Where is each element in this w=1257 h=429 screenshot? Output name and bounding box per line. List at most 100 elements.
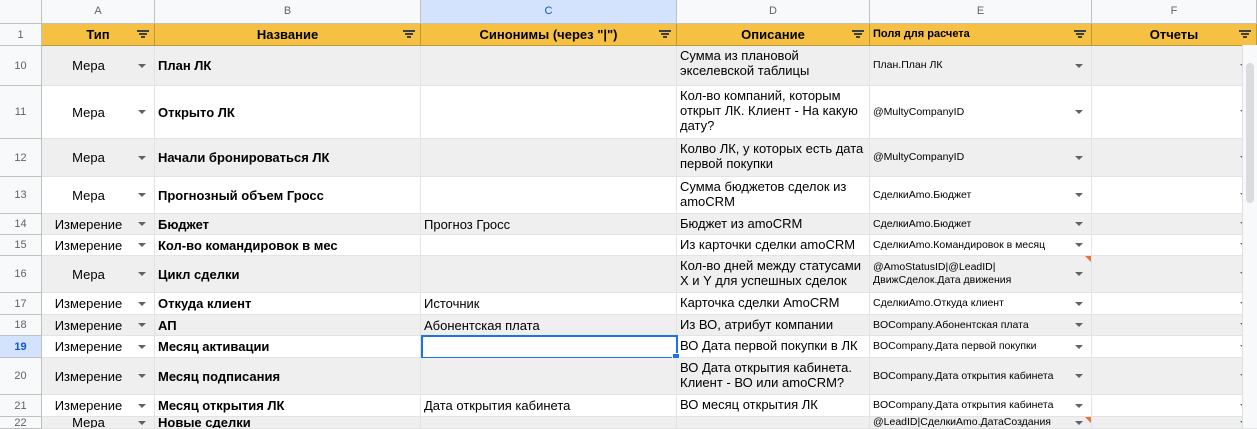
reports-cell[interactable] [1092,214,1257,235]
header-cell[interactable]: Поля для расчета [870,24,1092,46]
name-cell[interactable]: Месяц активации [155,336,421,358]
column-header-d[interactable]: D [677,0,870,24]
header-cell[interactable]: Отчеты [1092,24,1257,46]
type-cell[interactable]: Измерение [42,336,155,358]
name-cell[interactable]: Прогнозный объем Гросс [155,177,421,214]
synonyms-cell[interactable] [421,336,677,358]
name-cell[interactable]: Цикл сделки [155,256,421,293]
reports-cell[interactable] [1092,235,1257,256]
chevron-down-icon[interactable] [1075,420,1083,425]
chevron-down-icon[interactable] [1075,193,1083,197]
description-cell[interactable]: Сумма из плановой экселевской таблицы [677,46,870,86]
chevron-down-icon[interactable] [138,344,146,349]
reports-cell[interactable] [1092,256,1257,293]
name-cell[interactable]: АП [155,315,421,336]
vertical-scrollbar[interactable] [1242,45,1257,428]
chevron-down-icon[interactable] [1075,301,1083,306]
type-cell[interactable]: Мера [42,86,155,139]
chevron-down-icon[interactable] [1075,63,1083,68]
row-number[interactable]: 11 [0,86,42,139]
row-number[interactable]: 14 [0,214,42,235]
chevron-down-icon[interactable] [1075,155,1083,160]
description-cell[interactable]: Из ВО, атрибут компании [677,315,870,336]
filter-icon[interactable] [403,30,415,40]
chevron-down-icon[interactable] [138,420,146,425]
chevron-down-icon[interactable] [1075,272,1083,276]
description-cell[interactable]: Карточка сделки AmoCRM [677,293,870,315]
filter-icon[interactable] [852,30,864,40]
synonyms-cell[interactable]: Источник [421,293,677,315]
name-cell[interactable]: Месяц подписания [155,358,421,395]
reports-cell[interactable] [1092,139,1257,177]
header-cell[interactable]: Тип [42,24,155,46]
fields-cell[interactable]: BOCompany.Дата открытия кабинета [870,358,1092,395]
type-cell[interactable]: Мера [42,139,155,177]
chevron-down-icon[interactable] [138,323,146,327]
description-cell[interactable]: Из карточки сделки amoCRM [677,235,870,256]
fields-cell[interactable]: BOCompany.Дата открытия кабинета [870,395,1092,417]
type-cell[interactable]: Мера [42,417,155,429]
filter-icon[interactable] [1074,30,1086,40]
header-cell[interactable]: Описание [677,24,870,46]
reports-cell[interactable] [1092,336,1257,358]
row-number[interactable]: 22 [0,417,42,429]
reports-cell[interactable] [1092,395,1257,417]
reports-cell[interactable] [1092,358,1257,395]
filter-icon[interactable] [1239,30,1251,40]
row-number[interactable]: 10 [0,46,42,86]
name-cell[interactable]: План ЛК [155,46,421,86]
fields-cell[interactable]: BOCompany.Дата первой покупки [870,336,1092,358]
synonyms-cell[interactable] [421,139,677,177]
description-cell[interactable]: ВО месяц открытия ЛК [677,395,870,417]
row-number[interactable]: 1 [0,24,42,46]
type-cell[interactable]: Измерение [42,214,155,235]
row-number[interactable]: 15 [0,235,42,256]
chevron-down-icon[interactable] [138,110,146,114]
type-cell[interactable]: Мера [42,256,155,293]
reports-cell[interactable] [1092,315,1257,336]
fields-cell[interactable]: @AmoStatusID|@LeadID|ДвижСделок.Дата дви… [870,256,1092,293]
chevron-down-icon[interactable] [138,374,146,378]
synonyms-cell[interactable]: Прогноз Гросс [421,214,677,235]
fields-cell[interactable]: СделкиAmo.Бюджет [870,214,1092,235]
name-cell[interactable]: Начали бронироваться ЛК [155,139,421,177]
synonyms-cell[interactable] [421,256,677,293]
comment-indicator[interactable] [1085,417,1091,423]
filter-icon[interactable] [137,30,149,40]
description-cell[interactable]: ВО Дата открытия кабинета. Клиент - ВО и… [677,358,870,395]
description-cell[interactable]: Кол-во дней между статусами X и Y для ус… [677,256,870,293]
column-header-a[interactable]: A [42,0,155,24]
fields-cell[interactable]: @MultyCompanyID [870,86,1092,139]
synonyms-cell[interactable] [421,177,677,214]
synonyms-cell[interactable] [421,417,677,429]
reports-cell[interactable] [1092,177,1257,214]
fields-cell[interactable]: СделкиAmo.Бюджет [870,177,1092,214]
select-all-corner[interactable] [0,0,42,24]
chevron-down-icon[interactable] [138,222,146,226]
type-cell[interactable]: Измерение [42,395,155,417]
chevron-down-icon[interactable] [1075,403,1083,408]
fields-cell[interactable]: BOCompany.Абонентская плата [870,315,1092,336]
comment-indicator[interactable] [1085,256,1091,262]
synonyms-cell[interactable] [421,46,677,86]
row-number[interactable]: 21 [0,395,42,417]
row-number[interactable]: 12 [0,139,42,177]
row-number[interactable]: 19 [0,336,42,358]
row-number[interactable]: 17 [0,293,42,315]
synonyms-cell[interactable] [421,358,677,395]
fields-cell[interactable]: СделкиAmo.Командировок в месяц [870,235,1092,256]
fields-cell[interactable]: @MultyCompanyID [870,139,1092,177]
reports-cell[interactable] [1092,417,1257,429]
column-header-c[interactable]: C [421,0,677,24]
description-cell[interactable]: Кол-во компаний, которым открыт ЛК. Клие… [677,86,870,139]
chevron-down-icon[interactable] [138,403,146,408]
chevron-down-icon[interactable] [138,155,146,160]
chevron-down-icon[interactable] [138,301,146,306]
reports-cell[interactable] [1092,293,1257,315]
column-header-b[interactable]: B [155,0,421,24]
synonyms-cell[interactable]: Абонентская плата [421,315,677,336]
fields-cell[interactable]: СделкиAmo.Откуда клиент [870,293,1092,315]
reports-cell[interactable] [1092,86,1257,139]
type-cell[interactable]: Измерение [42,235,155,256]
name-cell[interactable]: Кол-во командировок в мес [155,235,421,256]
